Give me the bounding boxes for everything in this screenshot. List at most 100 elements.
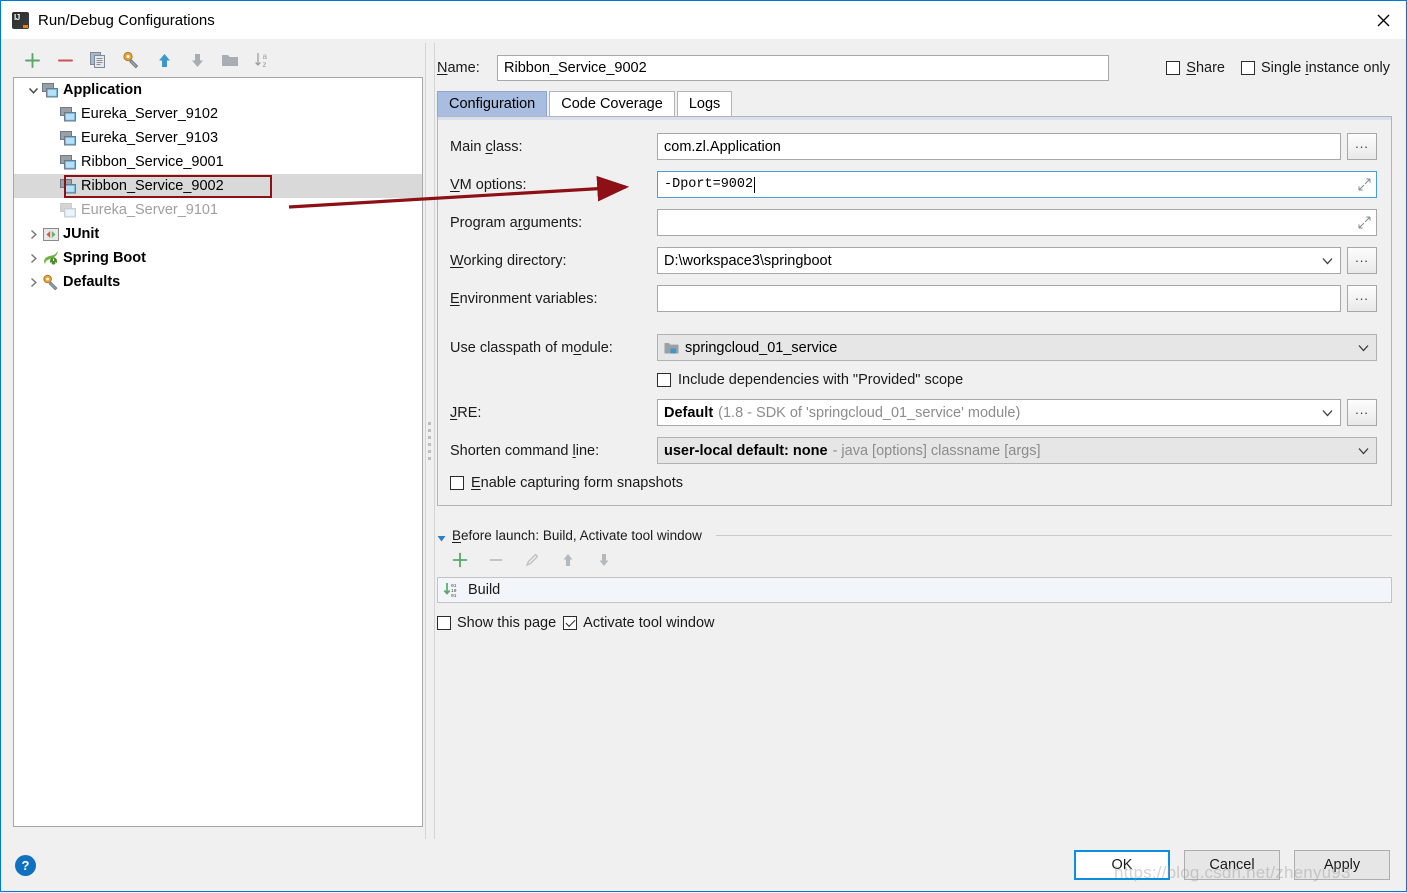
jre-value-strong: Default xyxy=(664,405,713,421)
name-row: Name: Share Single instance only xyxy=(437,51,1392,85)
expand-editor-icon[interactable] xyxy=(1358,178,1372,192)
collapse-triangle-icon[interactable] xyxy=(437,531,446,540)
tree-item-ribbon-service-9001[interactable]: Ribbon_Service_9001 xyxy=(14,150,422,174)
tree-item-spring-boot[interactable]: Spring Boot xyxy=(14,246,422,270)
tree-item-ribbon-service-9002[interactable]: Ribbon_Service_9002 xyxy=(14,174,422,198)
wrench-gear-icon[interactable] xyxy=(120,49,142,71)
enable-form-snapshots-checkbox[interactable]: Enable capturing form snapshots xyxy=(450,475,1377,491)
wrench-gear-icon xyxy=(42,274,59,290)
panel-splitter[interactable] xyxy=(423,43,437,839)
tree-expander-icon[interactable] xyxy=(24,246,42,270)
tree-item-label: JUnit xyxy=(63,226,99,242)
spring-boot-icon xyxy=(42,250,59,266)
main-class-value: com.zl.Application xyxy=(664,139,781,155)
tree-expander-icon[interactable] xyxy=(24,78,42,102)
window-title: Run/Debug Configurations xyxy=(38,12,215,29)
jre-browse-button[interactable]: ... xyxy=(1347,399,1377,426)
name-input[interactable] xyxy=(497,55,1109,81)
jre-value-detail: (1.8 - SDK of 'springcloud_01_service' m… xyxy=(718,405,1020,421)
expand-editor-icon[interactable] xyxy=(1358,216,1372,230)
sort-az-icon[interactable]: a z xyxy=(252,49,274,71)
run-debug-configurations-dialog: Run/Debug Configurations xyxy=(0,0,1407,892)
application-icon xyxy=(60,202,77,218)
tree-expander-icon[interactable] xyxy=(24,222,42,246)
tree-item-defaults[interactable]: Defaults xyxy=(14,270,422,294)
working-directory-combo[interactable]: D:\workspace3\springboot xyxy=(657,247,1341,274)
tree-item-eureka-server-9102[interactable]: Eureka_Server_9102 xyxy=(14,102,422,126)
program-arguments-row: Program arguments: xyxy=(450,209,1377,236)
ok-button[interactable]: OK xyxy=(1074,850,1170,880)
program-arguments-input[interactable] xyxy=(657,209,1377,236)
main-class-browse-button[interactable]: ... xyxy=(1347,133,1377,160)
main-class-row: Main class: com.zl.Application ... xyxy=(450,133,1377,160)
add-configuration-button[interactable] xyxy=(21,49,43,71)
folder-icon[interactable] xyxy=(219,49,241,71)
tree-item-label: Spring Boot xyxy=(63,250,146,266)
tab-logs[interactable]: Logs xyxy=(677,91,732,116)
tree-item-eureka-server-9101[interactable]: Eureka_Server_9101 xyxy=(14,198,422,222)
shorten-command-line-label: Shorten command line: xyxy=(450,443,657,459)
jre-combo[interactable]: Default (1.8 - SDK of 'springcloud_01_se… xyxy=(657,399,1341,426)
vm-options-row: VM options: -Dport=9002 xyxy=(450,171,1377,198)
tree-item-application[interactable]: Application xyxy=(14,78,422,102)
share-checkbox[interactable]: Share xyxy=(1166,60,1225,76)
name-label: Name: xyxy=(437,60,497,76)
tree-item-label: Eureka_Server_9102 xyxy=(81,106,218,122)
editor-tabs: Configuration Code Coverage Logs xyxy=(437,90,1392,116)
tab-code-coverage[interactable]: Code Coverage xyxy=(549,91,675,116)
single-instance-only-checkbox[interactable]: Single instance only xyxy=(1241,60,1390,76)
shorten-command-line-row: Shorten command line: user-local default… xyxy=(450,437,1377,464)
tree-item-label: Application xyxy=(63,82,142,98)
single-instance-only-label: Single instance only xyxy=(1261,60,1390,76)
tree-item-junit[interactable]: JUnit xyxy=(14,222,422,246)
add-task-button[interactable] xyxy=(449,549,471,571)
before-launch-header[interactable]: Before launch: Build, Activate tool wind… xyxy=(437,528,1392,543)
configurations-panel: a z Application Eureka_Server_9102 Eureka_… xyxy=(1,43,423,839)
application-icon xyxy=(60,178,77,194)
configurations-tree[interactable]: Application Eureka_Server_9102 Eureka_Serv… xyxy=(13,77,423,827)
copy-icon[interactable] xyxy=(87,49,109,71)
include-provided-scope-label: Include dependencies with "Provided" sco… xyxy=(678,372,963,388)
include-provided-scope-checkbox-box xyxy=(657,373,671,387)
include-provided-scope-checkbox[interactable]: Include dependencies with "Provided" sco… xyxy=(657,372,1377,388)
environment-variables-input[interactable] xyxy=(657,285,1341,312)
chevron-down-icon xyxy=(1352,447,1374,455)
show-this-page-checkbox[interactable]: Show this page xyxy=(437,615,556,631)
tree-item-label: Ribbon_Service_9001 xyxy=(81,154,224,170)
tab-configuration[interactable]: Configuration xyxy=(437,91,547,116)
vm-options-input[interactable]: -Dport=9002 xyxy=(657,171,1377,198)
text-caret xyxy=(754,177,755,193)
before-launch-title: Before launch: Build, Activate tool wind… xyxy=(452,528,702,543)
tree-toolbar: a z xyxy=(13,43,423,77)
dialog-footer: ? OK Cancel Apply xyxy=(1,839,1406,891)
vm-options-label: VM options: xyxy=(450,177,657,193)
dialog-body: a z Application Eureka_Server_9102 Eureka_… xyxy=(1,39,1406,839)
tree-item-eureka-server-9103[interactable]: Eureka_Server_9103 xyxy=(14,126,422,150)
arrow-up-icon[interactable] xyxy=(153,49,175,71)
intellij-idea-icon xyxy=(12,12,29,29)
tree-expander-icon[interactable] xyxy=(24,270,42,294)
footer-buttons: OK Cancel Apply xyxy=(1074,850,1390,880)
cancel-button[interactable]: Cancel xyxy=(1184,850,1280,880)
apply-button[interactable]: Apply xyxy=(1294,850,1390,880)
tree-item-label: Eureka_Server_9101 xyxy=(81,202,218,218)
close-icon[interactable] xyxy=(1360,1,1406,39)
chevron-down-icon xyxy=(1316,257,1338,265)
help-button[interactable]: ? xyxy=(15,855,36,876)
working-directory-browse-button[interactable]: ... xyxy=(1347,247,1377,274)
single-instance-only-checkbox-box xyxy=(1241,61,1255,75)
before-launch-task-list[interactable]: 01 10 01 Build xyxy=(437,577,1392,603)
use-classpath-of-module-combo[interactable]: springcloud_01_service xyxy=(657,334,1377,361)
environment-variables-browse-button[interactable]: ... xyxy=(1347,285,1377,312)
configuration-tab-panel: Main class: com.zl.Application ... VM op… xyxy=(437,116,1392,506)
remove-configuration-button[interactable] xyxy=(54,49,76,71)
activate-tool-window-checkbox[interactable]: Activate tool window xyxy=(563,615,714,631)
section-divider xyxy=(716,535,1392,536)
task-move-down-button[interactable] xyxy=(593,549,615,571)
before-launch-options: Show this page Activate tool window xyxy=(437,615,1392,631)
arrow-down-icon[interactable] xyxy=(186,49,208,71)
main-class-input[interactable]: com.zl.Application xyxy=(657,133,1341,160)
task-move-up-button[interactable] xyxy=(557,549,579,571)
shorten-command-line-combo[interactable]: user-local default: none - java [options… xyxy=(657,437,1377,464)
use-classpath-of-module-label: Use classpath of module: xyxy=(450,340,657,356)
